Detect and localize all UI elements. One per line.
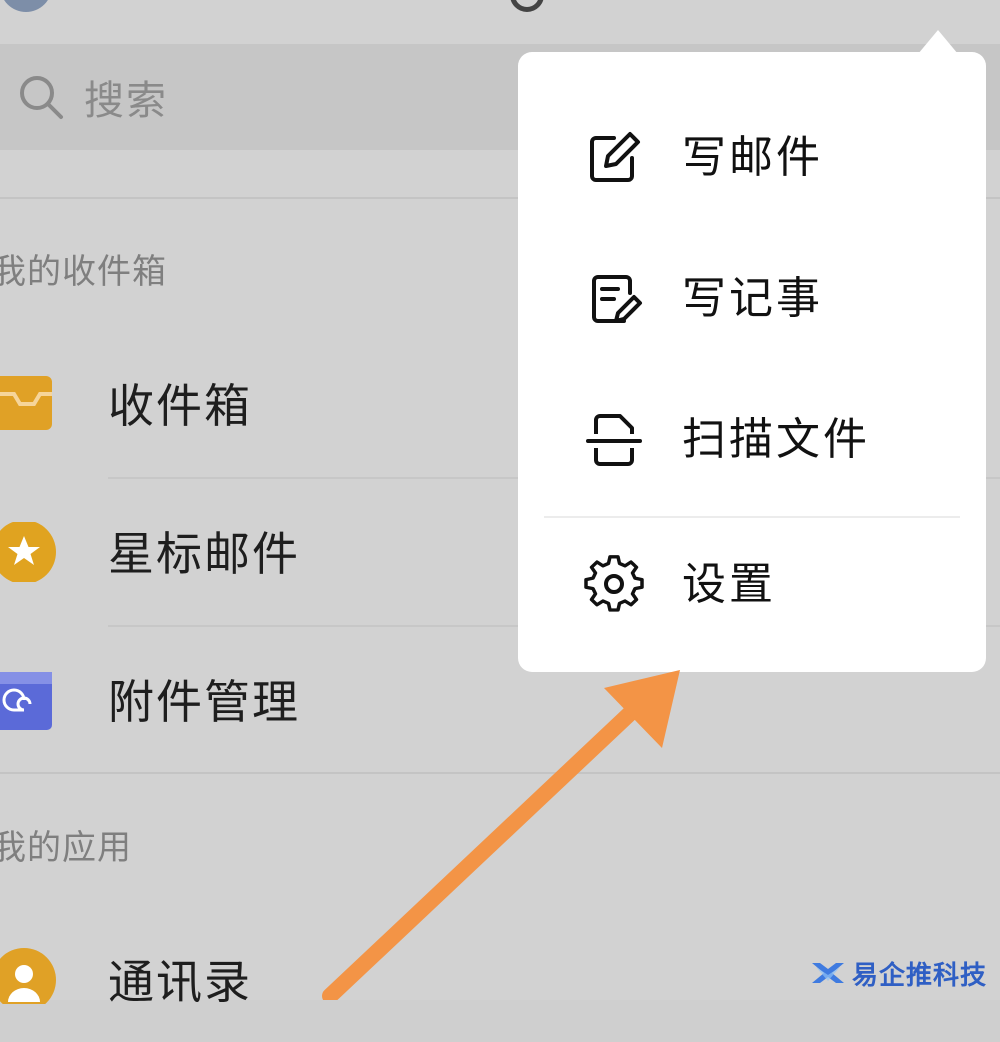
menu-item-scan-document[interactable]: 扫描文件 (518, 380, 986, 500)
watermark: 易企推科技 (808, 952, 987, 994)
watermark-text: 易企推科技 (852, 960, 988, 991)
search-input[interactable]: 搜索 (84, 68, 168, 126)
menu-item-write-note[interactable]: 写记事 (518, 239, 986, 359)
popup-caret (918, 30, 958, 54)
menu-divider (544, 516, 960, 518)
divider (0, 772, 1000, 774)
inbox-tray-icon (0, 376, 52, 430)
list-item-label: 星标邮件 (108, 527, 300, 581)
menu-item-compose-mail[interactable]: 写邮件 (518, 98, 986, 218)
note-edit-icon (592, 275, 642, 323)
menu-item-settings[interactable]: 设置 (518, 525, 986, 645)
add-menu-popup: 写邮件 写记事 扫描文件 设置 (518, 52, 986, 672)
attachment-icon (0, 672, 52, 730)
menu-item-label: 写记事 (682, 273, 823, 324)
list-item-label: 通讯录 (108, 955, 252, 1009)
list-item-label: 收件箱 (108, 379, 252, 433)
section-title-mailbox: 我的收件箱 (0, 252, 167, 292)
menu-item-label: 设置 (682, 559, 776, 610)
menu-item-label: 扫描文件 (682, 414, 870, 465)
list-item-label: 附件管理 (108, 675, 300, 729)
star-icon (0, 522, 56, 582)
contact-person-icon (0, 948, 56, 1004)
scan-document-icon (586, 414, 642, 466)
section-title-apps: 我的应用 (0, 828, 132, 868)
avatar[interactable] (0, 0, 52, 12)
header-title-fragment (510, 0, 544, 12)
menu-item-label: 写邮件 (682, 132, 823, 183)
compose-edit-icon (590, 132, 640, 182)
search-icon (20, 76, 63, 119)
watermark-logo-icon (812, 963, 844, 983)
gear-icon (584, 555, 644, 612)
